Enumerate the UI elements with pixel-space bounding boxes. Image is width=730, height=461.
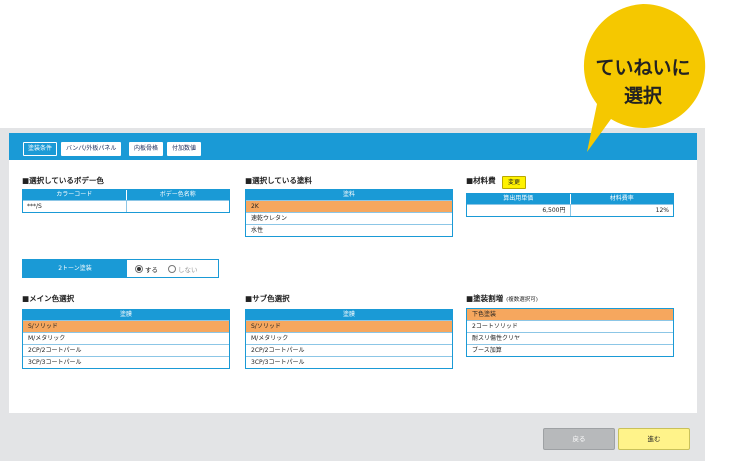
surcharge-list: 下色塗装 2コートソリッド 耐スリ傷性クリヤ ブース加算 bbox=[466, 308, 674, 357]
unit-price-cell: 6,500円 bbox=[542, 207, 566, 214]
radio-empty-icon bbox=[168, 264, 176, 273]
main-color-table: 塗膜 S/ソリッド M/メタリック 2CP/2コートパール 3CP/3コートパー… bbox=[22, 309, 230, 369]
column-header: 算出用単価 bbox=[503, 195, 534, 202]
list-item[interactable]: S/ソリッド bbox=[23, 320, 229, 332]
table-cell bbox=[125, 201, 230, 212]
column-header: 塗膜 bbox=[342, 311, 355, 318]
radio-selected-icon bbox=[135, 264, 143, 273]
body-color-title: ■選択しているボデー色 bbox=[22, 176, 104, 185]
callout-line-2: 選択 bbox=[623, 85, 662, 107]
callout-text: ていねいに 選択 bbox=[581, 54, 705, 110]
list-item[interactable]: 速乾ウレタン bbox=[246, 212, 452, 224]
list-item[interactable]: 3CP/3コートパール bbox=[23, 356, 229, 368]
body-color-table: カラーコード ボデー色名称 ***/S bbox=[22, 189, 230, 213]
list-item[interactable]: M/メタリック bbox=[246, 332, 452, 344]
list-item[interactable]: 2CP/2コートパール bbox=[23, 344, 229, 356]
list-item[interactable]: 下色塗装 bbox=[467, 309, 673, 320]
material-table: 算出用単価 材料費率 6,500円 12% bbox=[466, 193, 674, 217]
cost-rate-cell: 12% bbox=[569, 205, 674, 216]
list-item[interactable]: 耐スリ傷性クリヤ bbox=[467, 332, 673, 344]
column-header: カラーコード bbox=[56, 191, 93, 198]
material-title: ■材料費 bbox=[466, 176, 496, 185]
list-item[interactable]: 2CP/2コートパール bbox=[246, 344, 452, 356]
table-row: ***/S bbox=[23, 200, 229, 212]
list-item[interactable]: ブース加算 bbox=[467, 344, 673, 356]
callout-line-1: ていねいに bbox=[595, 57, 691, 79]
sub-color-title: ■サブ色選択 bbox=[245, 294, 290, 303]
table-row: 6,500円 12% bbox=[467, 204, 673, 216]
radio-label: しない bbox=[178, 265, 198, 274]
back-button[interactable]: 戻る bbox=[543, 428, 615, 450]
column-header: 塗膜 bbox=[119, 311, 132, 318]
tab-inner-frame[interactable]: 内板骨格 bbox=[129, 142, 164, 156]
table-cell: ***/S bbox=[27, 203, 42, 210]
tab-bumper-outer-panel[interactable]: バンパ/外板パネル bbox=[61, 142, 122, 156]
tab-additional-values[interactable]: 付加数値 bbox=[167, 142, 202, 156]
radio-option-no[interactable]: しない bbox=[168, 264, 198, 274]
list-item[interactable]: 水性 bbox=[246, 224, 452, 236]
list-item[interactable]: 2コートソリッド bbox=[467, 320, 673, 332]
paint-title: ■選択している塗料 bbox=[245, 176, 312, 185]
column-header: ボデー色名称 bbox=[125, 190, 230, 200]
change-button[interactable]: 変更 bbox=[502, 176, 526, 189]
column-header: 塗料 bbox=[342, 191, 355, 198]
surcharge-note: (複数選択可) bbox=[506, 297, 538, 303]
radio-label: する bbox=[145, 265, 158, 274]
tab-paint-conditions[interactable]: 塗装条件 bbox=[23, 142, 58, 156]
main-color-title: ■メイン色選択 bbox=[22, 294, 75, 303]
sub-color-table: 塗膜 S/ソリッド M/メタリック 2CP/2コートパール 3CP/3コートパー… bbox=[245, 309, 453, 369]
next-button[interactable]: 進む bbox=[618, 428, 690, 450]
two-tone-row: 2トーン塗装 する しない bbox=[22, 259, 219, 278]
list-item[interactable]: S/ソリッド bbox=[246, 320, 452, 332]
list-item[interactable]: 3CP/3コートパール bbox=[246, 356, 452, 368]
two-tone-label: 2トーン塗装 bbox=[23, 260, 127, 277]
list-item[interactable]: 2K bbox=[246, 200, 452, 212]
column-header: 材料費率 bbox=[569, 194, 674, 204]
list-item[interactable]: M/メタリック bbox=[23, 332, 229, 344]
paint-table: 塗料 2K 速乾ウレタン 水性 bbox=[245, 189, 453, 237]
radio-option-yes[interactable]: する bbox=[135, 264, 158, 274]
surcharge-title: ■塗装割増 (複数選択可) bbox=[466, 293, 538, 304]
surcharge-title-text: ■塗装割増 bbox=[466, 294, 504, 303]
